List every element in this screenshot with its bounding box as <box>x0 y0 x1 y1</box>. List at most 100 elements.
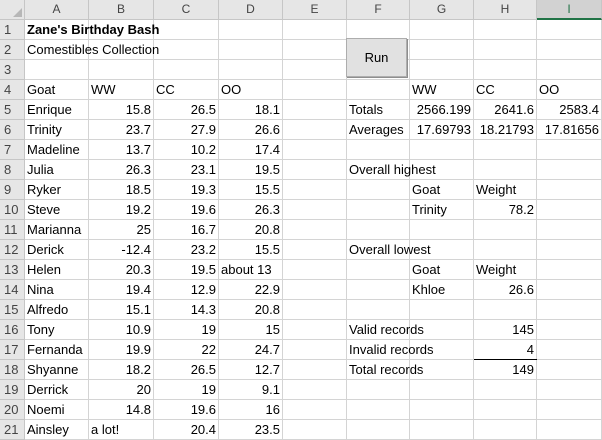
grid-cell[interactable] <box>537 20 602 40</box>
grid-cell[interactable] <box>283 160 347 180</box>
row-header-13[interactable]: 13 <box>0 260 25 280</box>
grid-cell[interactable] <box>219 20 283 40</box>
grid-cell[interactable] <box>537 140 602 160</box>
grid-cell[interactable] <box>347 400 410 420</box>
grid-cell[interactable] <box>283 240 347 260</box>
grid-cell[interactable] <box>347 200 410 220</box>
grid-cell[interactable] <box>283 360 347 380</box>
row-header-1[interactable]: 1 <box>0 20 25 40</box>
grid-cell[interactable] <box>25 60 89 80</box>
grid-cell[interactable] <box>537 40 602 60</box>
grid-cell[interactable] <box>410 220 474 240</box>
grid-cell[interactable] <box>474 300 537 320</box>
grid-cell[interactable] <box>410 40 474 60</box>
grid-cell[interactable] <box>537 280 602 300</box>
grid-cell[interactable] <box>537 160 602 180</box>
grid-cell[interactable] <box>283 340 347 360</box>
grid-cell[interactable] <box>537 420 602 440</box>
column-header-c[interactable]: C <box>154 0 219 20</box>
grid-cell[interactable] <box>410 380 474 400</box>
grid-cell[interactable] <box>474 60 537 80</box>
row-header-20[interactable]: 20 <box>0 400 25 420</box>
run-button[interactable]: Run <box>346 38 407 77</box>
grid-cell[interactable] <box>410 300 474 320</box>
row-header-4[interactable]: 4 <box>0 80 25 100</box>
row-header-2[interactable]: 2 <box>0 40 25 60</box>
column-header-b[interactable]: B <box>89 0 154 20</box>
row-header-14[interactable]: 14 <box>0 280 25 300</box>
grid-cell[interactable] <box>283 320 347 340</box>
grid-cell[interactable] <box>283 140 347 160</box>
column-header-g[interactable]: G <box>410 0 474 20</box>
column-header-h[interactable]: H <box>474 0 537 20</box>
row-header-5[interactable]: 5 <box>0 100 25 120</box>
grid-cell[interactable] <box>283 380 347 400</box>
grid-cell[interactable] <box>474 160 537 180</box>
grid-cell[interactable] <box>537 340 602 360</box>
grid-cell[interactable] <box>410 140 474 160</box>
grid-cell[interactable] <box>283 300 347 320</box>
grid-cell[interactable] <box>283 120 347 140</box>
column-header-i[interactable]: I <box>537 0 602 20</box>
grid-cell[interactable] <box>283 420 347 440</box>
row-header-9[interactable]: 9 <box>0 180 25 200</box>
grid-cell[interactable] <box>537 180 602 200</box>
grid-cell[interactable] <box>347 280 410 300</box>
grid-cell[interactable] <box>283 280 347 300</box>
grid-cell[interactable] <box>474 140 537 160</box>
grid-cell[interactable] <box>410 400 474 420</box>
column-header-a[interactable]: A <box>25 0 89 20</box>
grid-cell[interactable] <box>537 380 602 400</box>
grid-cell[interactable] <box>219 60 283 80</box>
grid-cell[interactable] <box>410 20 474 40</box>
grid-cell[interactable] <box>347 260 410 280</box>
grid-cell[interactable] <box>154 60 219 80</box>
grid-cell[interactable] <box>283 400 347 420</box>
grid-cell[interactable] <box>347 80 410 100</box>
grid-cell[interactable] <box>537 300 602 320</box>
grid-cell[interactable] <box>283 40 347 60</box>
grid-cell[interactable] <box>474 220 537 240</box>
grid-cell[interactable] <box>283 220 347 240</box>
grid-cell[interactable] <box>410 420 474 440</box>
grid-cell[interactable] <box>537 220 602 240</box>
row-header-3[interactable]: 3 <box>0 60 25 80</box>
grid-cell[interactable] <box>283 200 347 220</box>
grid-cell[interactable] <box>154 40 219 60</box>
grid-cell[interactable] <box>283 180 347 200</box>
grid-cell[interactable] <box>347 380 410 400</box>
column-header-f[interactable]: F <box>347 0 410 20</box>
grid-cell[interactable] <box>474 420 537 440</box>
row-header-10[interactable]: 10 <box>0 200 25 220</box>
grid-cell[interactable] <box>537 360 602 380</box>
grid-cell[interactable] <box>474 20 537 40</box>
grid-cell[interactable] <box>219 40 283 60</box>
spreadsheet[interactable]: ABCDEFGHI 1 2 3 4 5 6 7 8 9 10 11 12 13 14 15 16 17 18 19 2… <box>0 0 602 440</box>
grid-cell[interactable] <box>537 260 602 280</box>
row-header-15[interactable]: 15 <box>0 300 25 320</box>
row-header-18[interactable]: 18 <box>0 360 25 380</box>
grid-cell[interactable] <box>474 400 537 420</box>
row-header-21[interactable]: 21 <box>0 420 25 440</box>
row-header-12[interactable]: 12 <box>0 240 25 260</box>
row-header-8[interactable]: 8 <box>0 160 25 180</box>
grid-cell[interactable] <box>283 80 347 100</box>
grid-cell[interactable] <box>537 240 602 260</box>
grid-cell[interactable] <box>537 60 602 80</box>
grid-cell[interactable] <box>347 300 410 320</box>
grid-cell[interactable] <box>537 400 602 420</box>
row-header-7[interactable]: 7 <box>0 140 25 160</box>
row-header-6[interactable]: 6 <box>0 120 25 140</box>
grid-cell[interactable] <box>283 260 347 280</box>
grid-cell[interactable] <box>283 60 347 80</box>
grid-cell[interactable] <box>347 20 410 40</box>
grid-cell[interactable] <box>410 60 474 80</box>
grid-cell[interactable] <box>347 180 410 200</box>
row-header-16[interactable]: 16 <box>0 320 25 340</box>
grid-cell[interactable] <box>283 20 347 40</box>
row-header-19[interactable]: 19 <box>0 380 25 400</box>
select-all-corner[interactable] <box>0 0 25 20</box>
grid-cell[interactable] <box>89 60 154 80</box>
grid-cell[interactable] <box>347 420 410 440</box>
grid-cell[interactable] <box>474 380 537 400</box>
